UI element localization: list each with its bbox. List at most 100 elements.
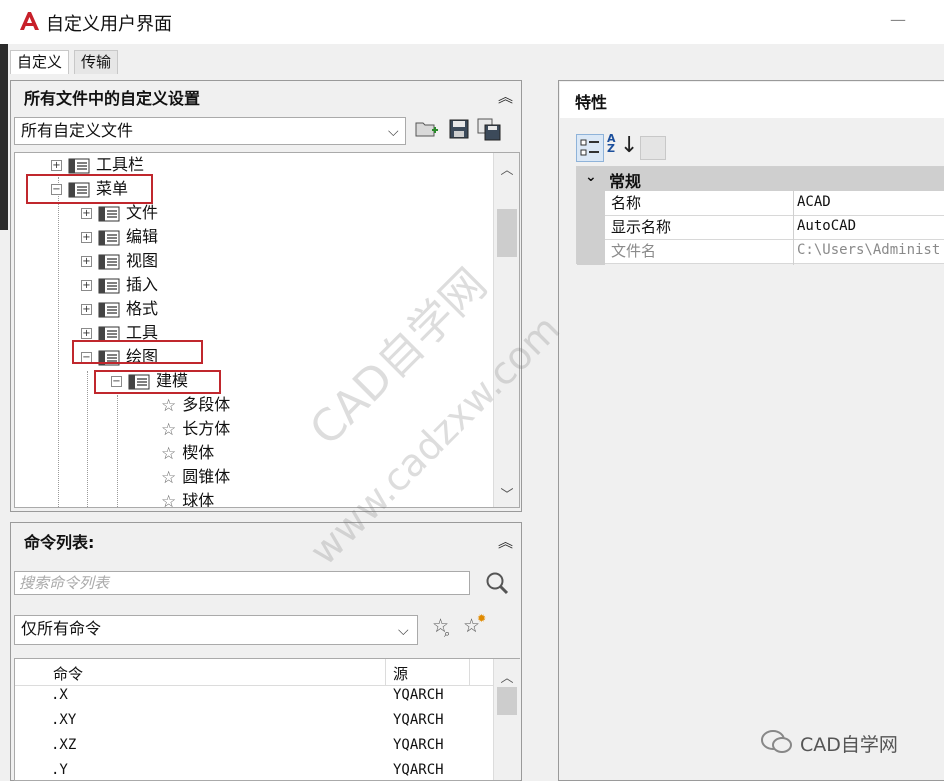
property-pages-icon[interactable] <box>640 136 666 160</box>
property-name: 显示名称 <box>611 218 672 236</box>
highlight-box-draw <box>72 340 203 364</box>
search-placeholder: 搜索命令列表 <box>19 574 110 592</box>
command-name-cell[interactable]: .X <box>51 687 68 703</box>
minimize-button[interactable]: — <box>890 10 906 29</box>
tree-node-label: 插入 <box>126 275 159 294</box>
chevron-down-icon[interactable]: ⌄ <box>585 169 597 185</box>
sort-arrow-icon: ↓ <box>620 133 639 158</box>
tree-node-label: 视图 <box>126 251 159 270</box>
command-source-cell[interactable]: YQARCH <box>393 737 444 753</box>
star-icon: ☆ <box>161 491 177 508</box>
command-filter-value: 仅所有命令 <box>21 619 102 638</box>
save-as-icon[interactable] <box>476 117 502 141</box>
collapse-panel-icon[interactable]: ︽ <box>498 531 513 552</box>
customizations-panel-title: 所有文件中的自定义设置 <box>24 89 201 108</box>
scroll-up-icon[interactable]: ︿ <box>494 159 519 178</box>
column-divider <box>793 191 794 265</box>
tree-node[interactable]: + 视图 <box>81 249 158 273</box>
tree-node-label: 工具栏 <box>96 155 145 174</box>
scroll-down-icon[interactable]: ﹀ <box>494 484 519 503</box>
tree-node-label: 格式 <box>126 299 159 318</box>
scroll-thumb[interactable] <box>497 209 517 257</box>
command-name-cell[interactable]: .XY <box>51 712 76 728</box>
customization-file-dropdown[interactable]: 所有自定义文件 <box>14 117 406 145</box>
property-row[interactable] <box>605 191 944 216</box>
star-icon: ☆ <box>161 395 177 416</box>
command-list-title: 命令列表: <box>24 533 95 552</box>
command-table: 命令 源 .X YQARCH .XY YQARCH .XZ YQARCH .Y YQARCH … <box>14 658 520 781</box>
collapse-panel-icon[interactable]: ︽ <box>498 86 513 107</box>
property-name: 文件名 <box>611 242 657 260</box>
tree-scrollbar[interactable]: ︿ ﹀ <box>493 153 519 507</box>
column-divider <box>469 659 470 685</box>
expand-icon[interactable]: + <box>81 328 92 339</box>
command-source-cell[interactable]: YQARCH <box>393 712 444 728</box>
scroll-thumb[interactable] <box>497 687 517 715</box>
command-name-cell[interactable]: .XZ <box>51 737 76 753</box>
save-icon[interactable] <box>448 118 470 140</box>
chevron-down-icon[interactable]: ⌵ <box>388 124 399 140</box>
expand-icon[interactable]: + <box>51 160 62 171</box>
tree-node[interactable]: + 插入 <box>81 273 158 297</box>
tree-node[interactable]: ☆ 圆锥体 <box>161 465 230 489</box>
scroll-up-icon[interactable]: ︿ <box>494 667 520 686</box>
wechat-icon <box>761 730 792 753</box>
tree-node-label: 球体 <box>182 491 215 508</box>
tree-node-label: 编辑 <box>126 227 159 246</box>
property-value[interactable]: ACAD <box>797 194 831 210</box>
tree-node-label: 多段体 <box>182 395 231 414</box>
expand-icon[interactable]: + <box>81 304 92 315</box>
tree-node[interactable]: ☆ 多段体 <box>161 393 230 417</box>
star-icon: ☆ <box>161 467 177 488</box>
command-table-scrollbar[interactable]: ︿ <box>493 659 520 780</box>
toolbar-icon <box>68 158 90 173</box>
command-table-header <box>15 659 493 686</box>
expand-icon[interactable]: + <box>81 208 92 219</box>
tree-node-label: 文件 <box>126 203 159 222</box>
tree-guide-line <box>58 177 60 507</box>
tree-guide-line <box>87 371 89 507</box>
property-value[interactable]: AutoCAD <box>797 218 856 234</box>
highlight-box-modeling <box>94 370 221 394</box>
background-window-edge <box>0 44 8 230</box>
search-icon[interactable] <box>484 570 510 596</box>
tree-node[interactable]: ☆ 楔体 <box>161 441 214 465</box>
command-search-input[interactable]: 搜索命令列表 <box>14 571 470 595</box>
command-source-cell[interactable]: YQARCH <box>393 762 444 778</box>
tree-node[interactable]: ☆ 长方体 <box>161 417 230 441</box>
autocad-logo-icon <box>20 12 39 30</box>
tree-node-label: 楔体 <box>182 443 215 462</box>
alphabetical-sort-icon[interactable]: AZ <box>607 133 616 154</box>
tree-node[interactable]: + 文件 <box>81 201 158 225</box>
category-label: 常规 <box>609 172 642 191</box>
chevron-down-icon[interactable]: ⌵ <box>398 623 409 639</box>
window-title: 自定义用户界面 <box>46 14 172 35</box>
tree-node[interactable]: + 格式 <box>81 297 158 321</box>
menu-icon <box>98 278 120 293</box>
tree-node-label: 长方体 <box>182 419 231 438</box>
property-value[interactable]: C:\Users\Administ <box>797 242 940 258</box>
expand-icon[interactable]: + <box>81 232 92 243</box>
property-gutter <box>577 191 605 265</box>
command-name-cell[interactable]: .Y <box>51 762 68 778</box>
new-badge-icon: ✹ <box>477 612 487 625</box>
tab-customize[interactable]: 自定义 <box>10 50 70 74</box>
expand-icon[interactable]: + <box>81 256 92 267</box>
tree-node-label: 圆锥体 <box>182 467 231 486</box>
menu-icon <box>98 206 120 221</box>
expand-icon[interactable]: + <box>81 280 92 291</box>
tab-transfer[interactable]: 传输 <box>74 50 119 74</box>
categorized-view-button[interactable] <box>576 134 604 162</box>
column-header-command[interactable]: 命令 <box>53 663 83 684</box>
tree-node[interactable]: ☆ 球体 <box>161 489 215 508</box>
command-filter-dropdown[interactable]: 仅所有命令 <box>14 615 418 645</box>
column-header-source[interactable]: 源 <box>393 663 408 684</box>
column-divider <box>385 659 386 685</box>
tree-node[interactable]: + 编辑 <box>81 225 158 249</box>
open-folder-icon[interactable] <box>414 118 440 140</box>
categorized-icon <box>580 139 599 156</box>
wechat-account-name: CAD自学网 <box>800 734 898 756</box>
command-source-cell[interactable]: YQARCH <box>393 687 444 703</box>
tree-guide-line <box>117 395 119 507</box>
properties-title: 特性 <box>575 93 608 112</box>
